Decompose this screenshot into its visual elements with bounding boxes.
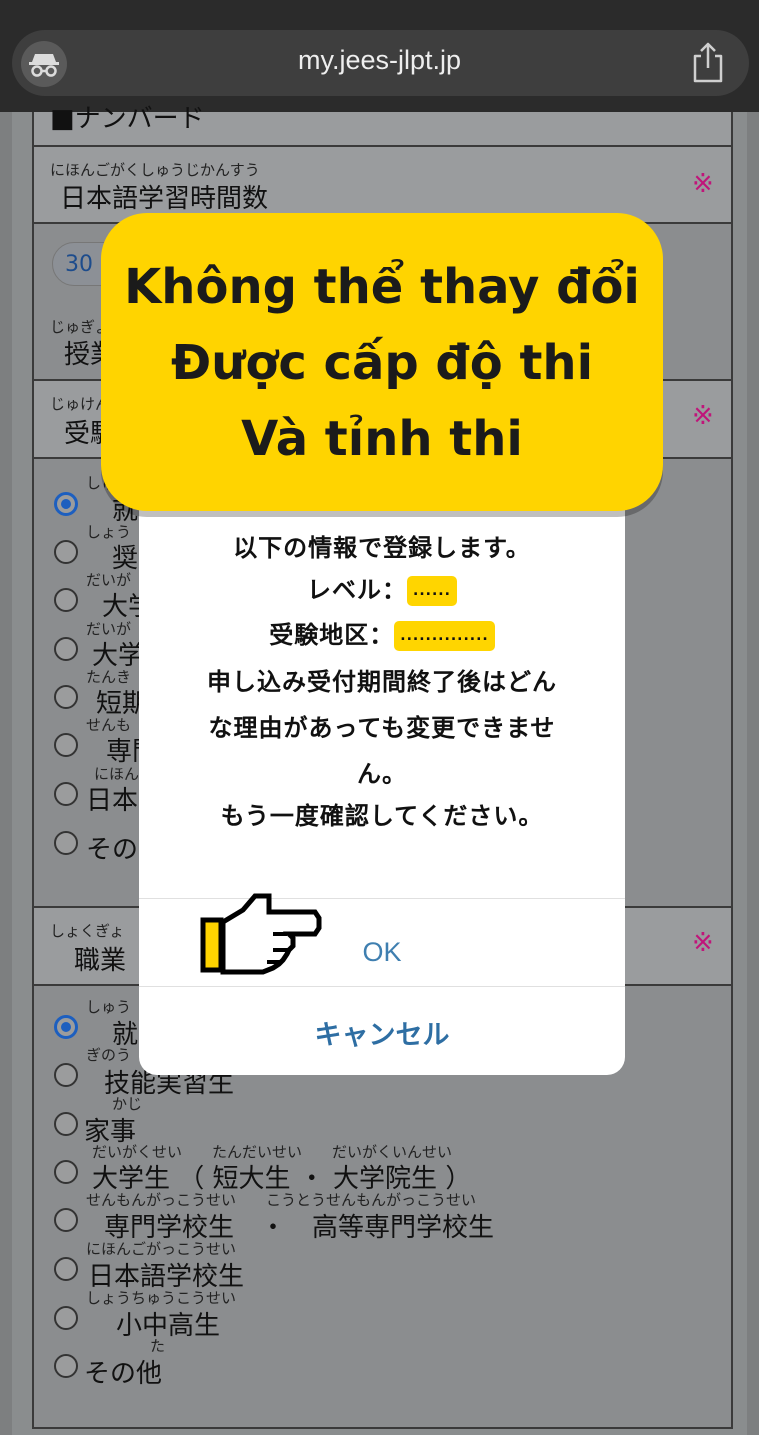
required-mark: ※ bbox=[692, 169, 714, 199]
section-top-partial: ■ナンバード bbox=[34, 104, 731, 147]
level-label: レベル： bbox=[307, 576, 408, 604]
dialog-level-row: レベル：...... bbox=[139, 570, 625, 606]
caption-banner: Không thể thay đổi Được cấp độ thi Và tỉ… bbox=[101, 213, 663, 511]
banner-line-2: Được cấp độ thi bbox=[170, 335, 594, 391]
radio-exam-purpose-7[interactable] bbox=[54, 782, 78, 806]
divider bbox=[139, 986, 625, 987]
radio-exam-purpose-6[interactable] bbox=[54, 733, 78, 757]
radio-occupation-8[interactable] bbox=[54, 1354, 78, 1378]
dialog-line-6: ん。 bbox=[357, 760, 407, 788]
area-label: 受験地区： bbox=[269, 621, 395, 649]
radio-exam-purpose-3[interactable] bbox=[54, 588, 78, 612]
radio-occupation-3[interactable] bbox=[54, 1112, 78, 1136]
required-mark: ※ bbox=[692, 401, 714, 431]
occupation-ruby: しょくぎょ bbox=[50, 922, 125, 940]
browser-toolbar: my.jees-jlpt.jp bbox=[0, 0, 759, 112]
option-label: 小中高生 bbox=[116, 1311, 221, 1341]
dialog-line-7: もう一度確認してください。 bbox=[220, 802, 544, 830]
radio-exam-purpose-8[interactable] bbox=[54, 831, 78, 855]
radio-exam-purpose-4[interactable] bbox=[54, 637, 78, 661]
study-hours-ruby: にほんごがくしゅうじかんすう bbox=[50, 161, 260, 179]
banner-line-1: Không thể thay đổi bbox=[124, 259, 640, 315]
url-text[interactable]: my.jees-jlpt.jp bbox=[0, 45, 759, 76]
radio-occupation-7[interactable] bbox=[54, 1306, 78, 1330]
pointing-hand-icon bbox=[200, 893, 322, 975]
study-hours-label: 日本語学習時間数 bbox=[60, 184, 269, 214]
radio-occupation-6[interactable] bbox=[54, 1257, 78, 1281]
radio-occupation-2[interactable] bbox=[54, 1063, 78, 1087]
radio-occupation-5[interactable] bbox=[54, 1208, 78, 1232]
banner-line-3: Và tỉnh thi bbox=[241, 411, 523, 467]
dialog-line-1: 以下の情報で登録します。 bbox=[233, 534, 531, 562]
required-mark: ※ bbox=[692, 928, 714, 958]
area-value: .............. bbox=[394, 621, 495, 651]
option-ruby: ぎのう bbox=[86, 1046, 132, 1064]
dialog-line-4: 申し込み受付期間終了後はどん bbox=[207, 668, 557, 696]
dialog-line-5: な理由があっても変更できませ bbox=[208, 714, 556, 742]
radio-exam-purpose-5[interactable] bbox=[54, 685, 78, 709]
radio-occupation-1[interactable] bbox=[54, 1015, 78, 1039]
level-value: ...... bbox=[407, 576, 457, 606]
share-icon[interactable] bbox=[690, 42, 726, 84]
option-label: 日本 bbox=[86, 786, 139, 816]
cancel-button[interactable]: キャンセル bbox=[139, 996, 625, 1075]
radio-exam-purpose-1[interactable] bbox=[54, 492, 78, 516]
option-label: その bbox=[86, 835, 139, 865]
radio-exam-purpose-2[interactable] bbox=[54, 540, 78, 564]
dialog-area-row: 受験地区：.............. bbox=[139, 615, 625, 651]
occupation-label: 職業 bbox=[74, 946, 127, 976]
option-label: その他 bbox=[84, 1359, 163, 1389]
top-partial-label: ■ナンバード bbox=[50, 104, 205, 134]
radio-occupation-4[interactable] bbox=[54, 1160, 78, 1184]
